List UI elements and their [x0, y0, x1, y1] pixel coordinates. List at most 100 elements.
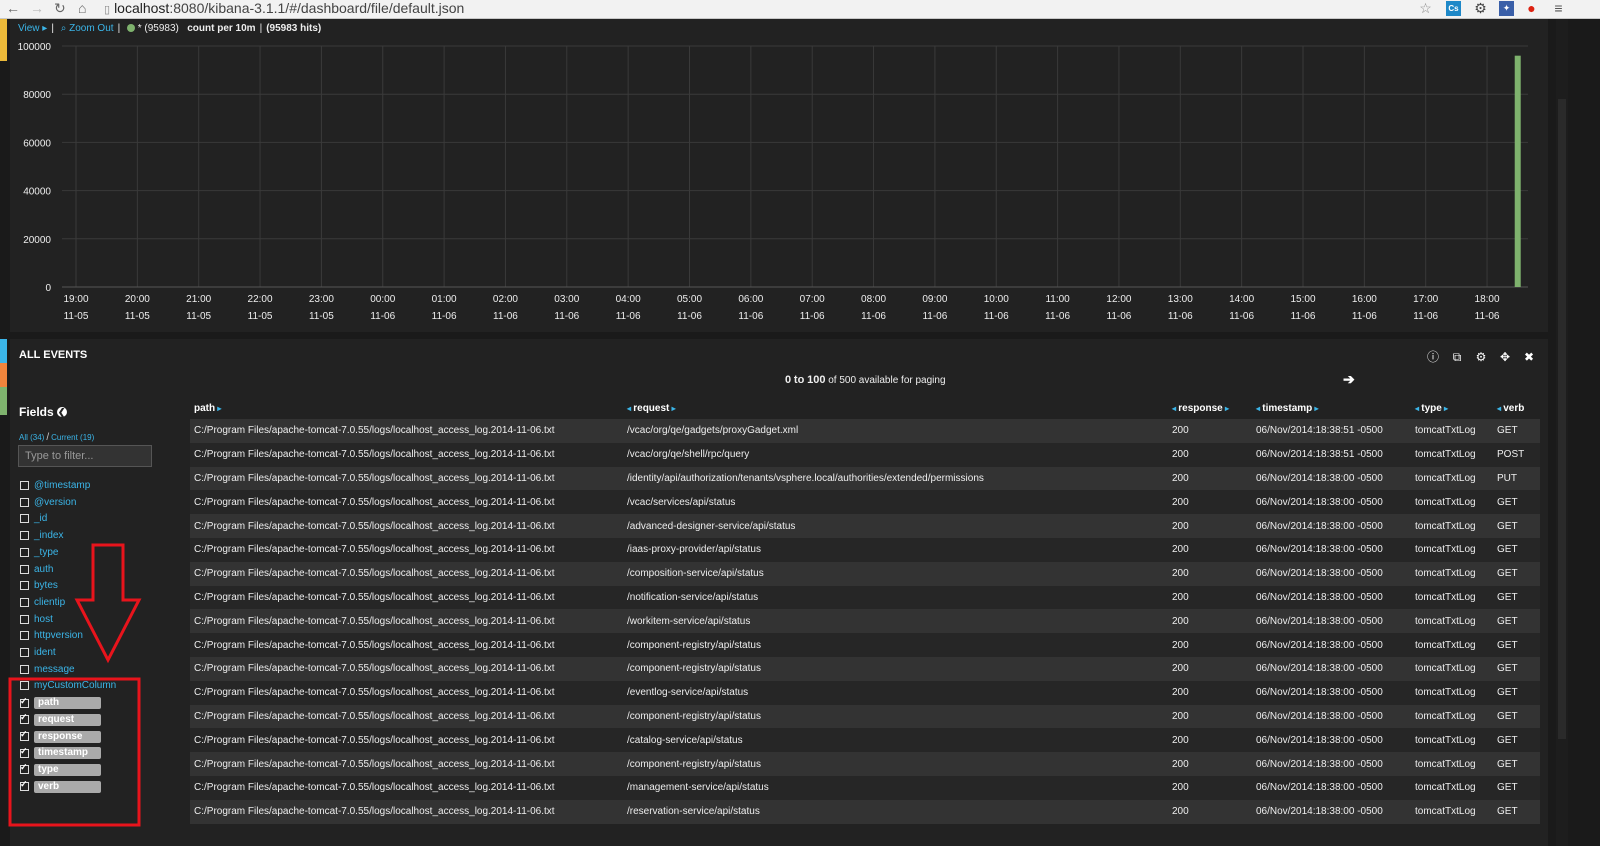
- field-item[interactable]: host: [20, 614, 53, 628]
- forward-icon[interactable]: →: [30, 0, 44, 18]
- adblock-extension-icon[interactable]: ●: [1524, 1, 1539, 16]
- close-icon[interactable]: ✖: [1522, 350, 1536, 364]
- field-name[interactable]: ident: [34, 647, 56, 658]
- home-icon[interactable]: ⌂: [78, 0, 86, 18]
- field-item[interactable]: verb: [20, 779, 101, 795]
- gear-icon[interactable]: ⚙: [1474, 350, 1488, 364]
- field-item[interactable]: @timestamp: [20, 480, 90, 494]
- field-checkbox[interactable]: [20, 597, 29, 607]
- field-name[interactable]: path: [34, 697, 101, 710]
- field-item[interactable]: httpversion: [20, 630, 83, 644]
- page-scrollbar[interactable]: [1556, 19, 1568, 846]
- field-item[interactable]: clientip: [20, 597, 65, 611]
- field-checkbox[interactable]: [20, 729, 29, 741]
- move-column-right-icon[interactable]: ▸: [215, 404, 221, 413]
- field-item[interactable]: message: [20, 664, 75, 678]
- table-row[interactable]: C:/Program Files/apache-tomcat-7.0.55/lo…: [190, 466, 1540, 491]
- table-row[interactable]: C:/Program Files/apache-tomcat-7.0.55/lo…: [190, 442, 1540, 467]
- column-header-verb[interactable]: ◂ verb: [1493, 397, 1540, 419]
- field-checkbox[interactable]: [20, 779, 29, 792]
- field-checkbox[interactable]: [20, 547, 29, 557]
- scrollbar-thumb[interactable]: [1558, 99, 1566, 739]
- column-header-path[interactable]: path ▸: [190, 397, 623, 419]
- series-legend[interactable]: * (95983): [126, 23, 179, 34]
- field-checkbox[interactable]: [20, 514, 29, 524]
- table-row[interactable]: C:/Program Files/apache-tomcat-7.0.55/lo…: [190, 585, 1540, 610]
- field-item[interactable]: timestamp: [20, 746, 101, 761]
- duplicate-icon[interactable]: ⧉: [1450, 350, 1464, 365]
- column-header-response[interactable]: ◂ response ▸: [1168, 397, 1252, 419]
- field-checkbox[interactable]: [20, 648, 29, 657]
- field-checkbox[interactable]: [20, 712, 29, 725]
- field-item[interactable]: _id: [20, 513, 47, 527]
- info-icon[interactable]: ⓘ: [1426, 348, 1440, 365]
- back-icon[interactable]: ←: [6, 0, 20, 18]
- cast-extension-icon[interactable]: Cs: [1446, 1, 1461, 16]
- field-name[interactable]: type: [34, 763, 101, 776]
- table-row[interactable]: C:/Program Files/apache-tomcat-7.0.55/lo…: [190, 633, 1540, 657]
- table-row[interactable]: C:/Program Files/apache-tomcat-7.0.55/lo…: [190, 775, 1540, 800]
- field-checkbox[interactable]: [20, 497, 29, 507]
- field-name[interactable]: host: [34, 614, 53, 625]
- field-item[interactable]: _type: [20, 547, 58, 561]
- tab-all-fields[interactable]: All (34): [19, 433, 44, 442]
- table-row[interactable]: C:/Program Files/apache-tomcat-7.0.55/lo…: [190, 561, 1540, 586]
- field-checkbox[interactable]: [20, 681, 29, 691]
- field-checkbox[interactable]: [20, 481, 29, 490]
- table-row[interactable]: C:/Program Files/apache-tomcat-7.0.55/lo…: [190, 728, 1540, 753]
- field-name[interactable]: _index: [34, 530, 63, 541]
- field-checkbox[interactable]: [20, 531, 29, 541]
- column-header-timestamp[interactable]: ◂ timestamp ▸: [1252, 397, 1411, 419]
- table-row[interactable]: C:/Program Files/apache-tomcat-7.0.55/lo…: [190, 490, 1540, 515]
- field-checkbox[interactable]: [20, 762, 29, 775]
- move-column-right-icon[interactable]: ▸: [1223, 404, 1229, 413]
- field-name[interactable]: clientip: [34, 597, 65, 608]
- column-header-type[interactable]: ◂ type ▸: [1411, 397, 1493, 419]
- field-checkbox[interactable]: [20, 664, 29, 674]
- table-row[interactable]: C:/Program Files/apache-tomcat-7.0.55/lo…: [190, 609, 1540, 634]
- reload-icon[interactable]: ↻: [54, 0, 66, 18]
- collapse-fields-icon[interactable]: ❮: [56, 407, 67, 417]
- field-item[interactable]: bytes: [20, 580, 58, 594]
- field-name[interactable]: _type: [34, 547, 58, 558]
- table-row[interactable]: C:/Program Files/apache-tomcat-7.0.55/lo…: [190, 656, 1540, 681]
- field-item[interactable]: myCustomColumn: [20, 680, 116, 694]
- field-item[interactable]: _index: [20, 530, 63, 544]
- move-icon[interactable]: ✥: [1498, 350, 1512, 364]
- field-checkbox[interactable]: [20, 746, 29, 758]
- field-name[interactable]: message: [34, 664, 75, 675]
- field-name[interactable]: @version: [34, 497, 76, 508]
- table-row[interactable]: C:/Program Files/apache-tomcat-7.0.55/lo…: [190, 537, 1540, 562]
- field-item[interactable]: ident: [20, 647, 56, 661]
- field-name[interactable]: httpversion: [34, 630, 83, 641]
- field-filter-input[interactable]: [18, 445, 152, 467]
- zoom-out-button[interactable]: ⌕ Zoom Out: [61, 23, 114, 34]
- table-row[interactable]: C:/Program Files/apache-tomcat-7.0.55/lo…: [190, 799, 1540, 824]
- field-checkbox[interactable]: [20, 696, 29, 708]
- table-row[interactable]: C:/Program Files/apache-tomcat-7.0.55/lo…: [190, 680, 1540, 705]
- view-menu[interactable]: View ▸: [18, 23, 47, 34]
- table-row[interactable]: C:/Program Files/apache-tomcat-7.0.55/lo…: [190, 419, 1540, 443]
- browser-menu-icon[interactable]: ≡: [1551, 1, 1566, 16]
- tab-current-fields[interactable]: Current (19): [51, 433, 94, 442]
- field-name[interactable]: timestamp: [34, 747, 101, 760]
- move-column-right-icon[interactable]: ▸: [1312, 404, 1318, 413]
- table-row[interactable]: C:/Program Files/apache-tomcat-7.0.55/lo…: [190, 704, 1540, 729]
- field-item[interactable]: request: [20, 712, 101, 728]
- table-row[interactable]: C:/Program Files/apache-tomcat-7.0.55/lo…: [190, 752, 1540, 776]
- move-column-right-icon[interactable]: ▸: [669, 404, 676, 413]
- field-name[interactable]: auth: [34, 564, 53, 575]
- field-item[interactable]: response: [20, 729, 101, 745]
- field-checkbox[interactable]: [20, 631, 29, 641]
- field-name[interactable]: response: [34, 730, 101, 743]
- bookmark-star-icon[interactable]: ☆: [1418, 1, 1433, 16]
- field-item[interactable]: type: [20, 762, 101, 778]
- column-header-request[interactable]: ◂ request ▸: [623, 397, 1168, 419]
- field-checkbox[interactable]: [20, 614, 29, 624]
- field-name[interactable]: request: [34, 713, 101, 726]
- field-name[interactable]: @timestamp: [34, 480, 90, 491]
- field-item[interactable]: @version: [20, 497, 76, 511]
- field-name[interactable]: bytes: [34, 580, 58, 591]
- field-checkbox[interactable]: [20, 564, 29, 574]
- gear-extension-icon[interactable]: ⚙: [1473, 1, 1488, 16]
